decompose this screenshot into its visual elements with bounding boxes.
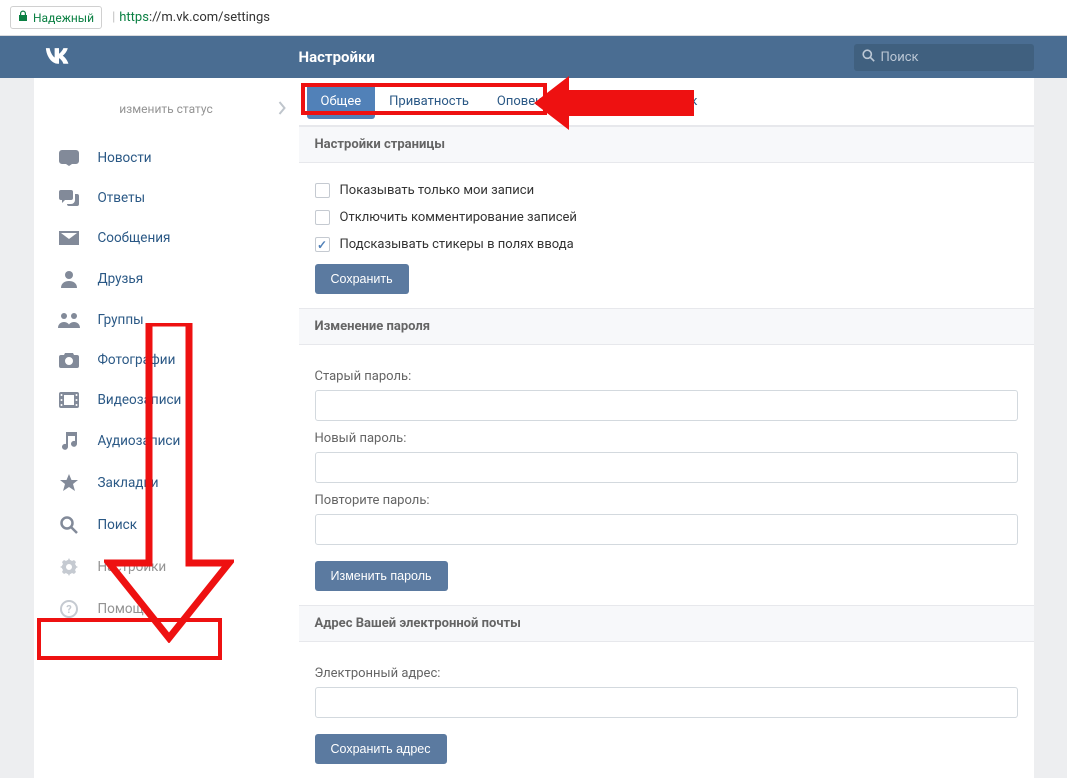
- friends-icon: [58, 270, 80, 288]
- checkbox-label: Отключить комментирование записей: [340, 210, 577, 225]
- checkbox-icon: [315, 237, 330, 252]
- sidebar-item-videos[interactable]: Видеозаписи: [34, 380, 299, 420]
- svg-text:?: ?: [66, 603, 72, 616]
- tabs-row: Общее Приватность Оповещения Чёрный спис…: [299, 78, 1034, 126]
- save-email-button[interactable]: Сохранить адрес: [315, 734, 447, 764]
- sidebar-item-replies[interactable]: Ответы: [34, 178, 299, 218]
- topbar: Настройки Поиск: [0, 36, 1067, 78]
- section-page-settings-body: Показывать только мои записи Отключить к…: [299, 163, 1034, 308]
- repeat-password-label: Повторите пароль:: [315, 493, 1018, 508]
- section-page-settings-header: Настройки страницы: [299, 126, 1034, 163]
- sidebar-item-label: Новости: [98, 150, 152, 166]
- search-placeholder: Поиск: [881, 50, 919, 65]
- sidebar-item-label: Видеозаписи: [98, 392, 182, 408]
- sidebar-item-label: Помощь: [98, 601, 152, 617]
- sidebar-item-bookmarks[interactable]: Закладки: [34, 462, 299, 504]
- gear-icon: [58, 558, 80, 576]
- status-text: изменить статус: [119, 102, 213, 116]
- sidebar-item-help[interactable]: ? Помощь: [34, 588, 299, 630]
- new-password-input[interactable]: [315, 452, 1018, 483]
- page-title: Настройки: [299, 48, 854, 66]
- section-password-body: Старый пароль: Новый пароль: Повторите п…: [299, 345, 1034, 605]
- new-password-label: Новый пароль:: [315, 431, 1018, 446]
- news-icon: [58, 150, 80, 166]
- music-icon: [58, 432, 80, 450]
- email-label: Электронный адрес:: [315, 666, 1018, 681]
- sidebar-item-messages[interactable]: Сообщения: [34, 218, 299, 258]
- search-icon: [58, 516, 80, 534]
- status-row[interactable]: изменить статус: [34, 78, 299, 138]
- browser-url-bar: Надежный | https://m.vk.com/settings: [0, 0, 1067, 36]
- help-icon: ?: [58, 600, 80, 618]
- sidebar-item-search[interactable]: Поиск: [34, 504, 299, 546]
- sidebar-item-label: Фотографии: [98, 352, 176, 368]
- checkbox-label: Подсказывать стикеры в полях ввода: [340, 237, 574, 252]
- checkbox-label: Показывать только мои записи: [340, 183, 535, 198]
- sidebar-item-label: Ответы: [98, 190, 146, 206]
- section-password-header: Изменение пароля: [299, 308, 1034, 345]
- secure-badge: Надежный: [10, 6, 102, 29]
- old-password-label: Старый пароль:: [315, 369, 1018, 384]
- old-password-input[interactable]: [315, 390, 1018, 421]
- section-email-body: Электронный адрес: Сохранить адрес: [299, 642, 1034, 778]
- camera-icon: [58, 352, 80, 368]
- sidebar: изменить статус Новости Ответы Сообщения…: [34, 78, 299, 778]
- star-icon: [58, 474, 80, 492]
- search-icon: [862, 49, 875, 66]
- sidebar-item-friends[interactable]: Друзья: [34, 258, 299, 300]
- sidebar-item-label: Закладки: [98, 475, 159, 491]
- sidebar-item-groups[interactable]: Группы: [34, 300, 299, 340]
- sidebar-item-label: Настройки: [98, 559, 167, 575]
- separator: |: [112, 10, 115, 25]
- sidebar-item-news[interactable]: Новости: [34, 138, 299, 178]
- change-password-button[interactable]: Изменить пароль: [315, 561, 448, 591]
- sidebar-item-label: Аудиозаписи: [98, 433, 181, 449]
- sidebar-item-photos[interactable]: Фотографии: [34, 340, 299, 380]
- tab-notifications[interactable]: Оповещения: [483, 84, 589, 119]
- checkbox-icon: [315, 183, 330, 198]
- sidebar-item-audio[interactable]: Аудиозаписи: [34, 420, 299, 462]
- search-box[interactable]: Поиск: [854, 44, 1034, 71]
- sidebar-item-label: Поиск: [98, 517, 138, 533]
- save-button[interactable]: Сохранить: [315, 264, 409, 294]
- section-email-header: Адрес Вашей электронной почты: [299, 605, 1034, 642]
- sidebar-item-label: Группы: [98, 312, 144, 328]
- tab-privacy[interactable]: Приватность: [375, 84, 483, 119]
- checkbox-suggest-stickers[interactable]: Подсказывать стикеры в полях ввода: [315, 231, 1018, 258]
- vk-logo[interactable]: [34, 45, 299, 69]
- checkbox-icon: [315, 210, 330, 225]
- tab-general[interactable]: Общее: [307, 84, 376, 119]
- replies-icon: [58, 190, 80, 206]
- secure-label: Надежный: [33, 11, 94, 25]
- groups-icon: [58, 312, 80, 328]
- messages-icon: [58, 231, 80, 245]
- checkbox-disable-comments[interactable]: Отключить комментирование записей: [315, 204, 1018, 231]
- chevron-right-icon: [278, 101, 287, 118]
- repeat-password-input[interactable]: [315, 514, 1018, 545]
- sidebar-item-label: Сообщения: [98, 230, 171, 246]
- tab-blacklist[interactable]: Чёрный список: [589, 84, 711, 119]
- lock-icon: [18, 10, 28, 25]
- url-text[interactable]: https://m.vk.com/settings: [119, 10, 270, 25]
- sidebar-item-settings[interactable]: Настройки: [34, 546, 299, 588]
- film-icon: [58, 392, 80, 408]
- main-content: Общее Приватность Оповещения Чёрный спис…: [299, 78, 1034, 778]
- sidebar-item-label: Друзья: [98, 271, 144, 287]
- checkbox-only-my-posts[interactable]: Показывать только мои записи: [315, 177, 1018, 204]
